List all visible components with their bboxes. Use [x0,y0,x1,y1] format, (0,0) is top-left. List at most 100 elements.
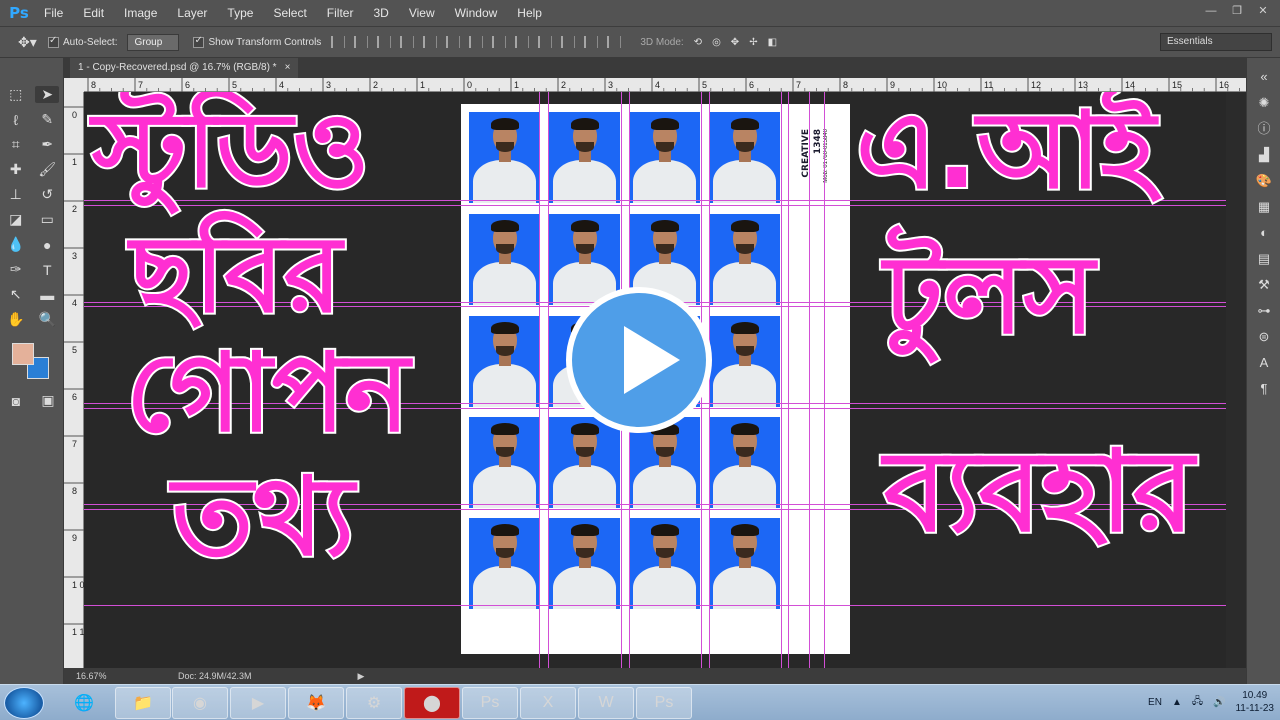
network-icon[interactable]: 🖧 [1192,694,1203,711]
record-icon[interactable]: ⬤ [404,687,460,719]
guide-line-vertical[interactable] [548,92,549,668]
photoshop-taskbar-icon-2[interactable]: Ps [636,687,692,719]
menu-help[interactable]: Help [507,0,552,26]
navigator-panel-icon[interactable]: ✺ [1247,90,1280,116]
start-button[interactable] [4,687,44,719]
align-left-icon[interactable] [400,36,415,48]
clone-source-panel-icon[interactable]: ⊜ [1247,324,1280,350]
hand-tool-icon[interactable]: ✋ [4,311,28,328]
brush-tool-icon[interactable]: 🖌 [35,161,59,178]
align-bottom-icon[interactable] [377,36,392,48]
menu-image[interactable]: Image [114,0,167,26]
menu-window[interactable]: Window [445,0,508,26]
quick-select-tool-icon[interactable]: ✎ [35,111,59,128]
styles-panel-icon[interactable]: ▤ [1247,246,1280,272]
zoom-tool-icon[interactable]: 🔍 [35,311,59,328]
internet-explorer-icon[interactable]: 🌐 [56,687,112,719]
marquee-tool-icon[interactable]: ⬚ [4,86,28,103]
menu-edit[interactable]: Edit [73,0,114,26]
clock[interactable]: 10.49 11-11-23 [1235,689,1274,715]
menu-filter[interactable]: Filter [317,0,364,26]
eraser-tool-icon[interactable]: ◪ [4,211,28,228]
guide-line-vertical[interactable] [824,92,825,668]
status-menu-arrow-icon[interactable]: ▶ [358,671,365,682]
3d-rotate-icon[interactable]: ⟲ [694,37,702,48]
auto-align-icon[interactable] [607,36,622,48]
language-indicator[interactable]: EN [1148,697,1162,708]
dodge-tool-icon[interactable]: ● [35,237,59,253]
quick-mask-icon[interactable]: ◙ [4,393,28,409]
distribute-vcenter-icon[interactable] [492,36,507,48]
distribute-top-icon[interactable] [469,36,484,48]
guide-line-vertical[interactable] [781,92,782,668]
ruler-horizontal[interactable]: 8 7 6 5 4 3 2 1 0 1 2 3 4 5 6 7 8 9 10 11 12 13 14 15 16 [84,78,1252,92]
path-select-tool-icon[interactable]: ↖ [4,286,28,303]
history-brush-tool-icon[interactable]: ↺ [35,186,59,203]
file-explorer-icon[interactable]: 📁 [115,687,171,719]
screen-recorder-icon[interactable]: ⚙ [346,687,402,719]
transform-controls-checkbox[interactable] [193,35,205,48]
word-icon[interactable]: W [578,687,634,719]
auto-select-dropdown[interactable]: Group [127,33,180,51]
volume-icon[interactable]: 🔊 [1213,697,1225,708]
close-icon[interactable]: ✕ [1252,3,1274,19]
distribute-right-icon[interactable] [584,36,599,48]
menu-type[interactable]: Type [217,0,263,26]
move-tool-icon[interactable]: ✥▾ [18,34,48,51]
move-tool-icon[interactable]: ➤ [35,86,60,103]
firefox-icon[interactable]: 🦊 [288,687,344,719]
restore-icon[interactable]: ❐ [1226,3,1248,19]
excel-icon[interactable]: X [520,687,576,719]
healing-tool-icon[interactable]: ✚ [4,161,28,178]
clone-stamp-tool-icon[interactable]: ⊥ [4,186,28,203]
guide-line-vertical[interactable] [539,92,540,668]
3d-slide-icon[interactable]: ✢ [749,37,757,48]
brush-presets-panel-icon[interactable]: ⊶ [1247,298,1280,324]
pen-tool-icon[interactable]: ✑ [4,261,28,278]
guide-line-vertical[interactable] [809,92,810,668]
media-player-icon[interactable]: ▶ [230,687,286,719]
adjustments-panel-icon[interactable]: ◐ [1247,220,1280,246]
histogram-panel-icon[interactable]: ▟ [1247,142,1280,168]
3d-scale-icon[interactable]: ◧ [768,37,777,48]
crop-tool-icon[interactable]: ⌗ [4,136,28,153]
ruler-corner[interactable] [64,78,84,92]
ruler-vertical[interactable]: 0 1 2 3 4 5 6 7 8 9 1 0 1 1 [64,92,85,668]
chrome-icon[interactable]: ◉ [172,687,228,719]
collapse-panel-icon[interactable]: « [1247,64,1280,90]
menu-3d[interactable]: 3D [363,0,398,26]
screen-mode-icon[interactable]: ▣ [36,392,60,409]
gradient-tool-icon[interactable]: ▭ [35,211,59,228]
distribute-hcenter-icon[interactable] [561,36,576,48]
foreground-color-swatch[interactable] [12,343,34,365]
video-play-button[interactable] [566,287,712,433]
type-tool-icon[interactable]: T [35,262,59,278]
paragraph-panel-icon[interactable]: ¶ [1247,376,1280,402]
workspace-dropdown[interactable]: Essentials [1160,33,1272,51]
shape-tool-icon[interactable]: ▬ [35,287,59,303]
swatches-panel-icon[interactable]: ▦ [1247,194,1280,220]
distribute-bottom-icon[interactable] [515,36,530,48]
menu-layer[interactable]: Layer [167,0,217,26]
menu-file[interactable]: File [34,0,73,26]
align-hcenter-icon[interactable] [423,36,438,48]
3d-pan-icon[interactable]: ✥ [731,37,739,48]
auto-select-checkbox[interactable] [48,35,59,48]
menu-select[interactable]: Select [263,0,316,26]
3d-roll-icon[interactable]: ◎ [712,37,721,48]
close-tab-icon[interactable]: × [285,58,291,78]
align-right-icon[interactable] [446,36,461,48]
zoom-level[interactable]: 16.67% [64,671,108,681]
color-panel-icon[interactable]: 🎨 [1247,168,1280,194]
tray-expand-icon[interactable]: ▲ [1172,697,1182,708]
blur-tool-icon[interactable]: 💧 [4,236,28,253]
lasso-tool-icon[interactable]: ℓ [4,112,28,128]
guide-line-vertical[interactable] [788,92,789,668]
photoshop-taskbar-icon[interactable]: Ps [462,687,518,719]
tool-presets-panel-icon[interactable]: ⚒ [1247,272,1280,298]
align-vcenter-icon[interactable] [354,36,369,48]
info-panel-icon[interactable]: ⓘ [1247,116,1280,142]
minimize-icon[interactable]: — [1200,3,1222,19]
align-top-icon[interactable] [331,36,346,48]
character-panel-icon[interactable]: A [1247,350,1280,376]
